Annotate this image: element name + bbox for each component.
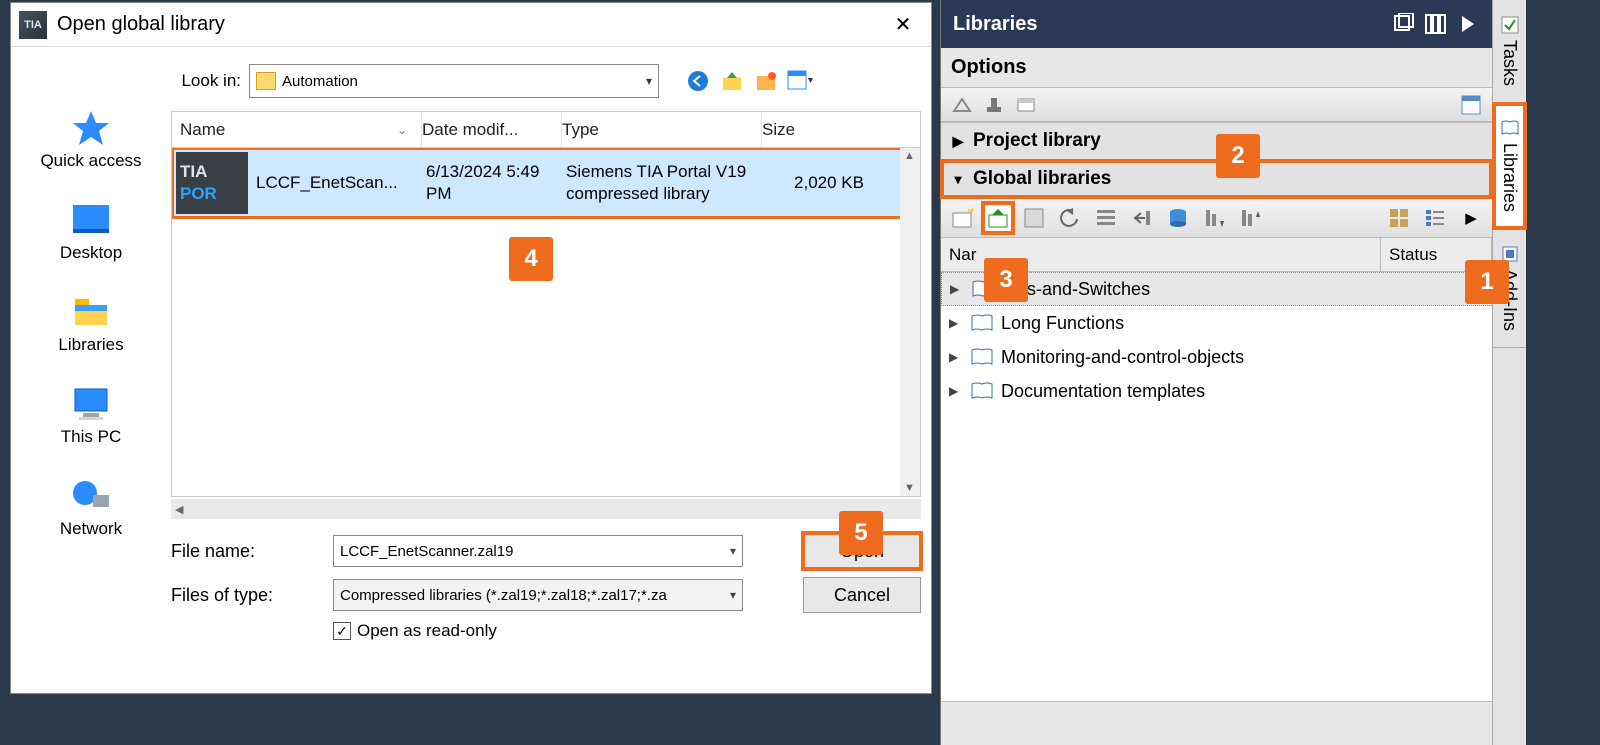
cancel-button[interactable]: Cancel — [803, 577, 921, 613]
tab-libraries[interactable]: Libraries — [1493, 103, 1526, 229]
details-view-icon[interactable] — [1420, 203, 1450, 233]
back-icon[interactable] — [685, 68, 711, 94]
lookin-label: Look in: — [171, 71, 241, 91]
chevron-down-icon: ▾ — [949, 171, 967, 188]
import-icon[interactable] — [1127, 203, 1157, 233]
svg-text:✦: ✦ — [968, 206, 974, 217]
view-menu-icon[interactable] — [787, 68, 813, 94]
file-type: Siemens TIA Portal V19 compressed librar… — [566, 161, 766, 205]
filename-label: File name: — [171, 541, 321, 562]
stamp-icon[interactable] — [983, 94, 1005, 116]
expand-icon[interactable]: ▶ — [949, 350, 963, 364]
open-global-library-dialog: TIA Open global library ✕ Quick access D… — [10, 2, 932, 694]
panel-title: Libraries — [941, 0, 1492, 48]
lookin-value: Automation — [282, 73, 358, 90]
dialog-title: Open global library — [57, 13, 883, 36]
chevron-right-icon[interactable]: ▶ — [1456, 203, 1486, 233]
database-icon[interactable] — [1163, 203, 1193, 233]
sort-asc-icon[interactable] — [1235, 203, 1265, 233]
places-libraries[interactable]: Libraries — [11, 291, 171, 355]
filetype-dropdown[interactable]: Compressed libraries (*.zal19;*.zal18;*.… — [333, 579, 743, 611]
close-icon[interactable]: ✕ — [883, 9, 923, 41]
sort-desc-icon[interactable] — [1199, 203, 1229, 233]
libraries-tab-icon — [1501, 119, 1519, 137]
callout-3: 3 — [984, 258, 1028, 302]
file-list-header: Name⌄ Date modif... Type Size — [171, 111, 921, 147]
save-library-icon[interactable] — [1019, 203, 1049, 233]
tree-item[interactable]: ▶ Monitoring-and-control-objects — [941, 340, 1492, 374]
sort-indicator-icon: ⌄ — [397, 123, 407, 137]
column-type[interactable]: Type — [562, 112, 762, 147]
options-title: Options — [941, 48, 1492, 88]
folder-icon — [256, 72, 276, 90]
tab-tasks[interactable]: Tasks — [1493, 0, 1526, 103]
places-this-pc[interactable]: This PC — [11, 383, 171, 447]
panel-settings-icon[interactable] — [1460, 94, 1482, 116]
library-tree: ▶ tons-and-Switches ▶ Long Functions ▶ M… — [941, 272, 1492, 702]
library-view-icon[interactable] — [951, 94, 973, 116]
file-name: LCCF_EnetScan... — [248, 172, 426, 194]
app-icon: TIA — [19, 11, 47, 39]
network-icon — [69, 475, 113, 515]
tree-item[interactable]: ▶ Long Functions — [941, 306, 1492, 340]
file-row[interactable]: TIAPOR LCCF_EnetScan... 6/13/2024 5:49 P… — [172, 148, 920, 218]
callout-4: 4 — [509, 237, 553, 281]
places-network[interactable]: Network — [11, 475, 171, 539]
readonly-label: Open as read-only — [357, 621, 497, 641]
lookin-dropdown[interactable]: Automation ▾ — [249, 64, 659, 98]
filename-input[interactable]: LCCF_EnetScanner.zal19 ▾ — [333, 535, 743, 567]
file-thumbnail-icon: TIAPOR — [176, 152, 248, 214]
list-icon[interactable] — [1091, 203, 1121, 233]
expand-arrow-icon[interactable] — [1456, 13, 1480, 35]
libraries-icon — [69, 291, 113, 331]
options-toolbar — [941, 88, 1492, 122]
column-date[interactable]: Date modif... — [422, 112, 562, 147]
library-book-icon — [971, 314, 993, 332]
places-quick-access[interactable]: Quick access — [11, 107, 171, 171]
library-book-icon — [971, 382, 993, 400]
column-name[interactable]: Name⌄ — [172, 112, 422, 147]
file-size: 2,020 KB — [766, 172, 878, 194]
dialog-titlebar: TIA Open global library ✕ — [11, 3, 931, 47]
chevron-right-icon: ▶ — [949, 133, 967, 150]
library-element-icon[interactable] — [1015, 94, 1037, 116]
readonly-checkbox[interactable]: ✓ — [333, 622, 351, 640]
places-bar: Quick access Desktop Libraries This PC N… — [11, 47, 171, 693]
tree-item[interactable]: ▶ Documentation templates — [941, 374, 1492, 408]
desktop-icon — [69, 199, 113, 239]
new-folder-icon[interactable] — [753, 68, 779, 94]
libraries-panel: Libraries Options ▶ Project library ▾ Gl… — [940, 0, 1526, 745]
callout-2: 2 — [1216, 134, 1260, 178]
column-size[interactable]: Size — [762, 112, 874, 147]
quick-access-icon — [69, 107, 113, 147]
library-book-icon — [971, 348, 993, 366]
expand-icon[interactable]: ▶ — [950, 282, 964, 296]
undo-icon[interactable] — [1055, 203, 1085, 233]
vertical-scrollbar[interactable] — [900, 148, 920, 496]
restore-window-icon[interactable] — [1392, 13, 1416, 35]
expand-icon[interactable]: ▶ — [949, 316, 963, 330]
chevron-down-icon[interactable]: ▾ — [730, 544, 736, 558]
places-desktop[interactable]: Desktop — [11, 199, 171, 263]
new-library-icon[interactable]: ✦ — [947, 203, 977, 233]
expand-icon[interactable]: ▶ — [949, 384, 963, 398]
tasks-icon — [1501, 16, 1519, 34]
chevron-down-icon: ▾ — [646, 74, 652, 88]
global-libraries-toolbar: ✦ ▶ — [941, 198, 1492, 238]
chevron-down-icon[interactable]: ▾ — [730, 588, 736, 602]
this-pc-icon — [69, 383, 113, 423]
file-list: TIAPOR LCCF_EnetScan... 6/13/2024 5:49 P… — [171, 147, 921, 497]
columns-icon[interactable] — [1424, 13, 1448, 35]
icons-view-icon[interactable] — [1384, 203, 1414, 233]
callout-5: 5 — [839, 511, 883, 555]
open-library-icon[interactable] — [983, 203, 1013, 233]
filetype-label: Files of type: — [171, 585, 321, 606]
side-tab-strip: Tasks Libraries Add-Ins — [1492, 0, 1526, 745]
up-one-level-icon[interactable] — [719, 68, 745, 94]
horizontal-scrollbar[interactable] — [171, 499, 921, 519]
file-date: 6/13/2024 5:49 PM — [426, 161, 566, 205]
callout-1: 1 — [1465, 260, 1509, 304]
